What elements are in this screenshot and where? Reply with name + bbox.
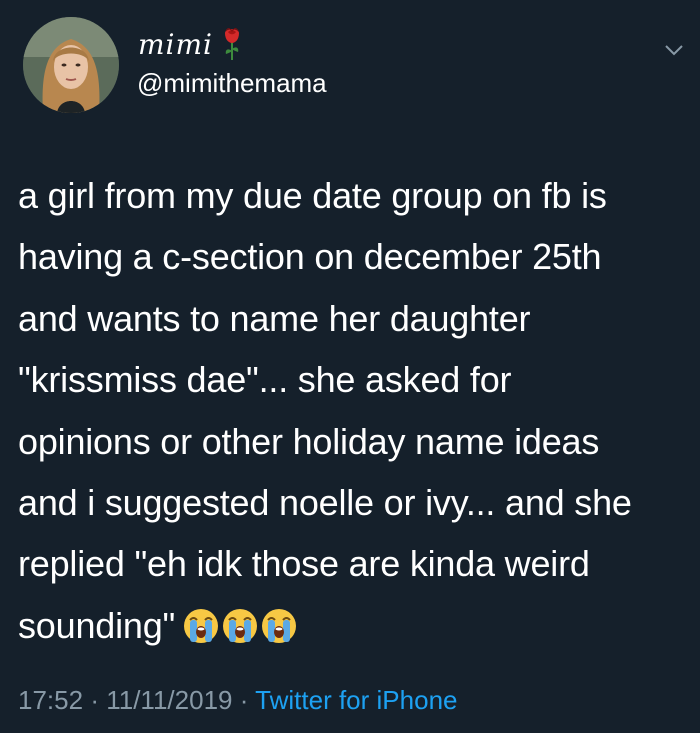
chevron-down-icon[interactable] [662, 38, 686, 62]
tweet-card: mimi @mimithemama a girl from my due dat… [0, 0, 700, 733]
tweet-meta: 17:52 · 11/11/2019 · Twitter for iPhone [18, 685, 457, 716]
tweet-text-line: having a c-section on december 25th [18, 236, 602, 278]
avatar-image [23, 17, 119, 113]
tweet-text-line: sounding" [18, 604, 176, 646]
tweet-text-line: and i suggested noelle or ivy... and she [18, 482, 632, 524]
handle[interactable]: @mimithemama [137, 68, 327, 99]
meta-separator: · [90, 685, 99, 715]
loudly-crying-face-icon [184, 608, 219, 643]
meta-separator: · [239, 685, 249, 715]
tweet-time[interactable]: 17:52 [18, 685, 83, 715]
tweet-text-line: a girl from my due date group on fb is [18, 175, 607, 216]
tweet-text: a girl from my due date group on fb is h… [18, 165, 694, 656]
tweet-date[interactable]: 11/11/2019 [106, 685, 232, 715]
rose-icon [225, 28, 240, 60]
avatar[interactable] [23, 17, 119, 113]
display-name[interactable]: mimi [138, 28, 213, 61]
tweet-text-line: opinions or other holiday name ideas [18, 420, 600, 462]
emoji-group [183, 608, 297, 644]
display-name-row: mimi [138, 24, 243, 64]
loudly-crying-face-icon [262, 608, 297, 643]
tweet-text-line: and wants to name her daughter [18, 297, 531, 339]
tweet-text-line: "krissmiss dae"... she asked for [18, 359, 512, 401]
tweet-text-line: replied "eh idk those are kinda weird [18, 543, 590, 585]
loudly-crying-face-icon [223, 608, 258, 643]
tweet-source-link[interactable]: Twitter for iPhone [255, 685, 457, 715]
